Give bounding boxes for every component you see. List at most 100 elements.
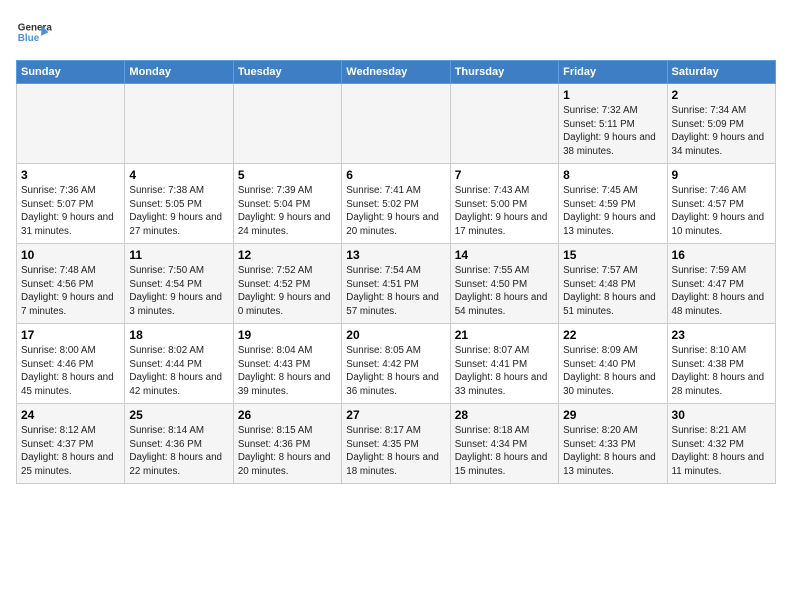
day-number: 6	[346, 168, 445, 182]
day-number: 17	[21, 328, 120, 342]
day-info: Sunrise: 8:15 AM Sunset: 4:36 PM Dayligh…	[238, 424, 337, 479]
day-number: 16	[672, 248, 771, 262]
weekday-header-wednesday: Wednesday	[342, 61, 450, 84]
day-info: Sunrise: 7:46 AM Sunset: 4:57 PM Dayligh…	[672, 184, 771, 239]
calendar-cell	[450, 84, 558, 164]
day-info: Sunrise: 7:50 AM Sunset: 4:54 PM Dayligh…	[129, 264, 228, 319]
day-number: 14	[455, 248, 554, 262]
day-number: 5	[238, 168, 337, 182]
calendar-cell: 15 Sunrise: 7:57 AM Sunset: 4:48 PM Dayli…	[559, 244, 667, 324]
calendar-week-1: 1Sunrise: 7:32 AM Sunset: 5:11 PM Daylig…	[17, 84, 776, 164]
day-info: Sunrise: 7:38 AM Sunset: 5:05 PM Dayligh…	[129, 184, 228, 239]
day-number: 9	[672, 168, 771, 182]
day-info: Sunrise: 7:36 AM Sunset: 5:07 PM Dayligh…	[21, 184, 120, 239]
day-number: 20	[346, 328, 445, 342]
calendar-cell	[233, 84, 341, 164]
day-number: 4	[129, 168, 228, 182]
day-info: Sunrise: 7:52 AM Sunset: 4:52 PM Dayligh…	[238, 264, 337, 319]
logo-icon: GeneralBlue	[16, 16, 52, 52]
day-info: Sunrise: 8:17 AM Sunset: 4:35 PM Dayligh…	[346, 424, 445, 479]
day-number: 30	[672, 408, 771, 422]
calendar-cell: 1Sunrise: 7:32 AM Sunset: 5:11 PM Daylig…	[559, 84, 667, 164]
day-number: 3	[21, 168, 120, 182]
weekday-header-friday: Friday	[559, 61, 667, 84]
day-info: Sunrise: 7:48 AM Sunset: 4:56 PM Dayligh…	[21, 264, 120, 319]
day-number: 28	[455, 408, 554, 422]
calendar-cell: 9 Sunrise: 7:46 AM Sunset: 4:57 PM Daylig…	[667, 164, 775, 244]
weekday-header-sunday: Sunday	[17, 61, 125, 84]
weekday-header-row: SundayMondayTuesdayWednesdayThursdayFrid…	[17, 61, 776, 84]
calendar-week-5: 24Sunrise: 8:12 AM Sunset: 4:37 PM Dayli…	[17, 404, 776, 484]
day-info: Sunrise: 8:05 AM Sunset: 4:42 PM Dayligh…	[346, 344, 445, 399]
day-info: Sunrise: 8:07 AM Sunset: 4:41 PM Dayligh…	[455, 344, 554, 399]
day-number: 13	[346, 248, 445, 262]
calendar-cell: 18 Sunrise: 8:02 AM Sunset: 4:44 PM Dayli…	[125, 324, 233, 404]
day-number: 12	[238, 248, 337, 262]
calendar-table: SundayMondayTuesdayWednesdayThursdayFrid…	[16, 60, 776, 484]
day-info: Sunrise: 8:21 AM Sunset: 4:32 PM Dayligh…	[672, 424, 771, 479]
day-number: 15	[563, 248, 662, 262]
calendar-cell: 10 Sunrise: 7:48 AM Sunset: 4:56 PM Dayli…	[17, 244, 125, 324]
calendar-cell: 29 Sunrise: 8:20 AM Sunset: 4:33 PM Dayli…	[559, 404, 667, 484]
day-info: Sunrise: 7:54 AM Sunset: 4:51 PM Dayligh…	[346, 264, 445, 319]
day-info: Sunrise: 8:09 AM Sunset: 4:40 PM Dayligh…	[563, 344, 662, 399]
day-number: 27	[346, 408, 445, 422]
weekday-header-monday: Monday	[125, 61, 233, 84]
calendar-cell: 23Sunrise: 8:10 AM Sunset: 4:38 PM Dayli…	[667, 324, 775, 404]
calendar-cell: 8Sunrise: 7:45 AM Sunset: 4:59 PM Daylig…	[559, 164, 667, 244]
calendar-week-3: 10 Sunrise: 7:48 AM Sunset: 4:56 PM Dayli…	[17, 244, 776, 324]
calendar-cell: 7 Sunrise: 7:43 AM Sunset: 5:00 PM Daylig…	[450, 164, 558, 244]
calendar-cell: 17Sunrise: 8:00 AM Sunset: 4:46 PM Dayli…	[17, 324, 125, 404]
calendar-cell: 11 Sunrise: 7:50 AM Sunset: 4:54 PM Dayli…	[125, 244, 233, 324]
day-info: Sunrise: 7:59 AM Sunset: 4:47 PM Dayligh…	[672, 264, 771, 319]
calendar-cell: 2Sunrise: 7:34 AM Sunset: 5:09 PM Daylig…	[667, 84, 775, 164]
day-info: Sunrise: 7:39 AM Sunset: 5:04 PM Dayligh…	[238, 184, 337, 239]
weekday-header-saturday: Saturday	[667, 61, 775, 84]
calendar-cell: 28 Sunrise: 8:18 AM Sunset: 4:34 PM Dayli…	[450, 404, 558, 484]
day-info: Sunrise: 7:45 AM Sunset: 4:59 PM Dayligh…	[563, 184, 662, 239]
svg-text:Blue: Blue	[18, 33, 40, 44]
day-number: 26	[238, 408, 337, 422]
day-number: 11	[129, 248, 228, 262]
calendar-cell: 6Sunrise: 7:41 AM Sunset: 5:02 PM Daylig…	[342, 164, 450, 244]
day-number: 23	[672, 328, 771, 342]
calendar-cell: 26 Sunrise: 8:15 AM Sunset: 4:36 PM Dayli…	[233, 404, 341, 484]
day-info: Sunrise: 8:18 AM Sunset: 4:34 PM Dayligh…	[455, 424, 554, 479]
calendar-cell: 13 Sunrise: 7:54 AM Sunset: 4:51 PM Dayli…	[342, 244, 450, 324]
logo: GeneralBlue	[16, 16, 52, 52]
day-number: 22	[563, 328, 662, 342]
calendar-cell	[342, 84, 450, 164]
calendar-cell	[125, 84, 233, 164]
day-number: 24	[21, 408, 120, 422]
calendar-cell: 20 Sunrise: 8:05 AM Sunset: 4:42 PM Dayli…	[342, 324, 450, 404]
day-number: 29	[563, 408, 662, 422]
calendar-cell: 30 Sunrise: 8:21 AM Sunset: 4:32 PM Dayli…	[667, 404, 775, 484]
day-info: Sunrise: 8:04 AM Sunset: 4:43 PM Dayligh…	[238, 344, 337, 399]
calendar-cell: 3 Sunrise: 7:36 AM Sunset: 5:07 PM Daylig…	[17, 164, 125, 244]
day-number: 10	[21, 248, 120, 262]
day-number: 18	[129, 328, 228, 342]
day-info: Sunrise: 7:34 AM Sunset: 5:09 PM Dayligh…	[672, 104, 771, 159]
calendar-cell: 27 Sunrise: 8:17 AM Sunset: 4:35 PM Dayli…	[342, 404, 450, 484]
calendar-week-4: 17Sunrise: 8:00 AM Sunset: 4:46 PM Dayli…	[17, 324, 776, 404]
weekday-header-thursday: Thursday	[450, 61, 558, 84]
day-info: Sunrise: 7:57 AM Sunset: 4:48 PM Dayligh…	[563, 264, 662, 319]
calendar-cell: 16 Sunrise: 7:59 AM Sunset: 4:47 PM Dayli…	[667, 244, 775, 324]
day-info: Sunrise: 8:02 AM Sunset: 4:44 PM Dayligh…	[129, 344, 228, 399]
page-header: GeneralBlue	[16, 16, 776, 52]
calendar-cell: 5 Sunrise: 7:39 AM Sunset: 5:04 PM Daylig…	[233, 164, 341, 244]
day-info: Sunrise: 7:55 AM Sunset: 4:50 PM Dayligh…	[455, 264, 554, 319]
calendar-cell: 22 Sunrise: 8:09 AM Sunset: 4:40 PM Dayli…	[559, 324, 667, 404]
day-number: 19	[238, 328, 337, 342]
day-info: Sunrise: 7:43 AM Sunset: 5:00 PM Dayligh…	[455, 184, 554, 239]
weekday-header-tuesday: Tuesday	[233, 61, 341, 84]
day-info: Sunrise: 8:20 AM Sunset: 4:33 PM Dayligh…	[563, 424, 662, 479]
day-number: 1	[563, 88, 662, 102]
day-number: 7	[455, 168, 554, 182]
calendar-cell: 25Sunrise: 8:14 AM Sunset: 4:36 PM Dayli…	[125, 404, 233, 484]
calendar-cell: 24Sunrise: 8:12 AM Sunset: 4:37 PM Dayli…	[17, 404, 125, 484]
calendar-cell: 14 Sunrise: 7:55 AM Sunset: 4:50 PM Dayli…	[450, 244, 558, 324]
calendar-week-2: 3 Sunrise: 7:36 AM Sunset: 5:07 PM Daylig…	[17, 164, 776, 244]
calendar-cell: 12 Sunrise: 7:52 AM Sunset: 4:52 PM Dayli…	[233, 244, 341, 324]
day-number: 21	[455, 328, 554, 342]
